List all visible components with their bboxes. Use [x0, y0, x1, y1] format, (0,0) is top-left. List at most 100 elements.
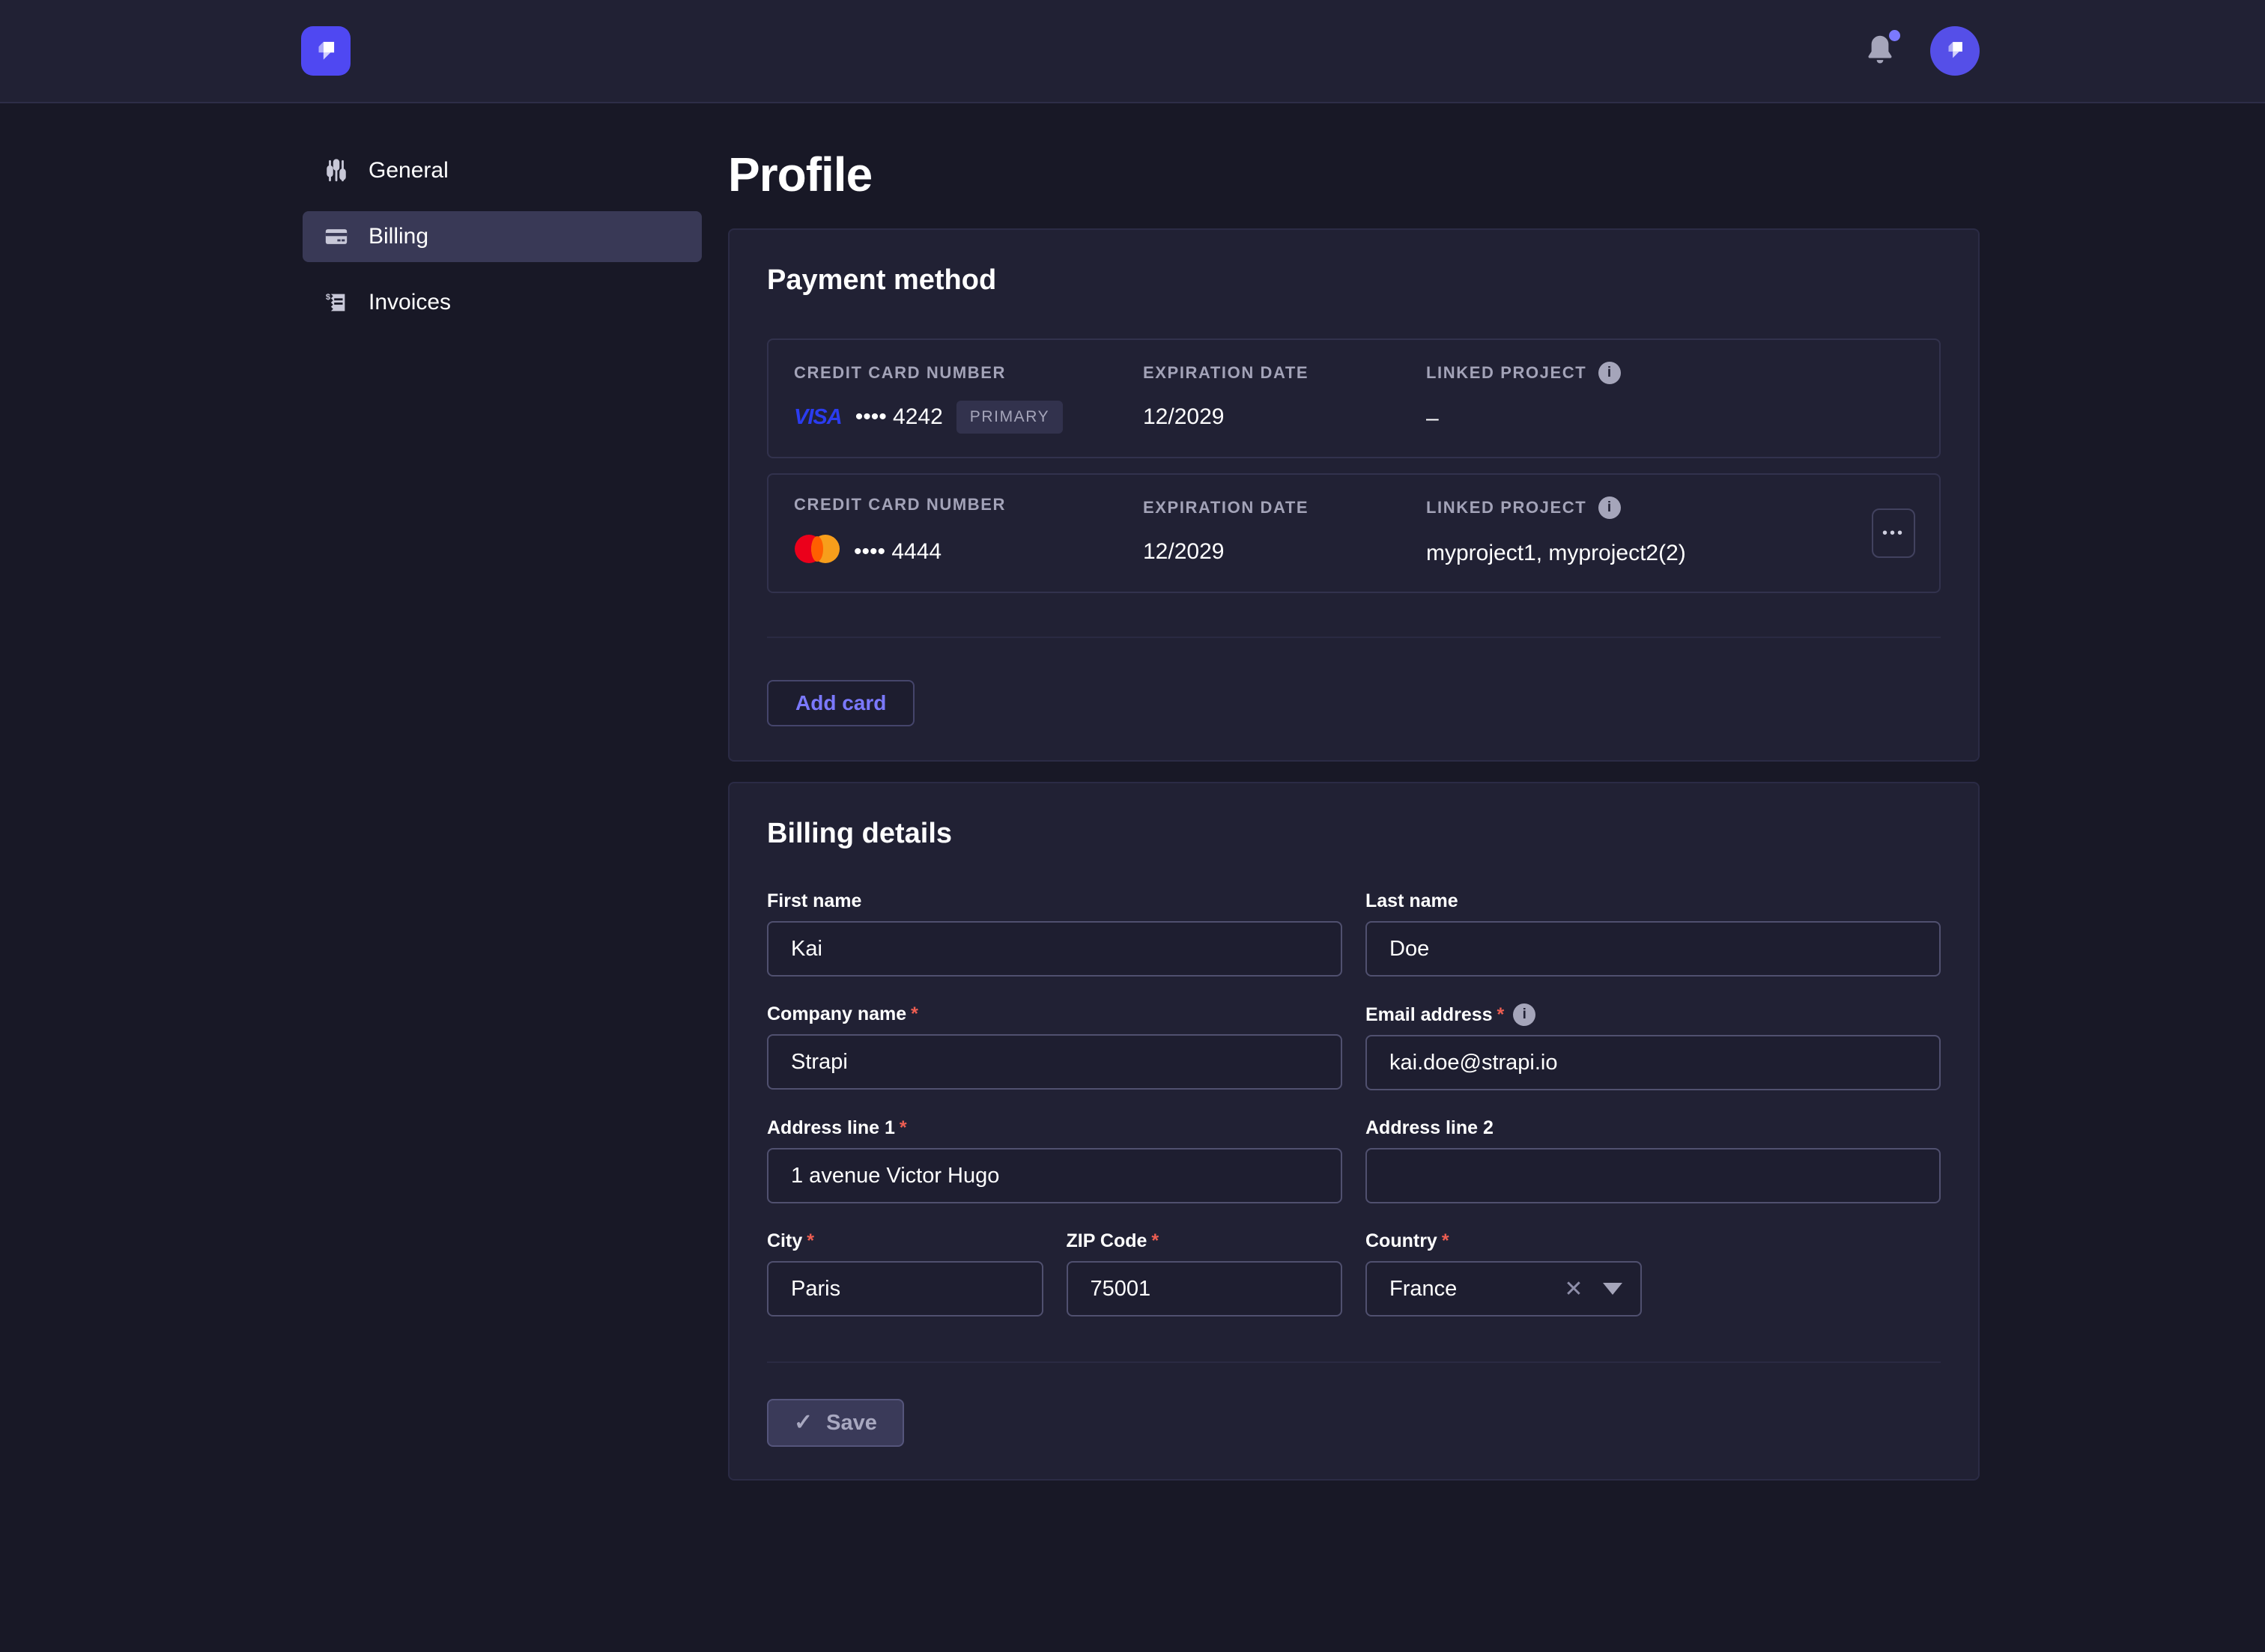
- card-number-column: CREDIT CARD NUMBER •••• 4444: [794, 495, 1143, 571]
- payment-card-row-mastercard: CREDIT CARD NUMBER •••• 4444 EXPIRATION …: [767, 473, 1941, 593]
- required-asterisk: *: [1442, 1230, 1449, 1252]
- save-button[interactable]: ✓ Save: [767, 1399, 904, 1447]
- svg-text:$: $: [326, 293, 331, 302]
- company-name-label: Company name *: [767, 1003, 1342, 1025]
- payment-card-row-visa: CREDIT CARD NUMBER VISA •••• 4242 PRIMAR…: [767, 338, 1941, 458]
- payment-method-card: Payment method CREDIT CARD NUMBER VISA •…: [728, 228, 1980, 762]
- zip-code-label: ZIP Code *: [1067, 1230, 1343, 1252]
- email-address-input[interactable]: [1365, 1035, 1941, 1090]
- masked-number: •••• 4444: [854, 539, 942, 565]
- field-country: Country * France ✕: [1365, 1230, 1642, 1317]
- required-asterisk: *: [911, 1003, 918, 1025]
- field-first-name: First name: [767, 890, 1342, 977]
- info-icon[interactable]: i: [1598, 496, 1621, 519]
- email-address-label: Email address * i: [1365, 1003, 1941, 1026]
- field-address-line-2: Address line 2: [1365, 1117, 1941, 1203]
- payment-section-title: Payment method: [767, 264, 1941, 297]
- clear-selection-icon[interactable]: ✕: [1564, 1276, 1583, 1302]
- address-line-1-input[interactable]: [767, 1148, 1342, 1203]
- country-select-value: France: [1389, 1277, 1564, 1302]
- required-asterisk: *: [807, 1230, 814, 1252]
- topbar-actions: [1864, 26, 1980, 76]
- last-name-input[interactable]: [1365, 921, 1941, 977]
- city-input[interactable]: [767, 1261, 1043, 1317]
- sidebar-item-label: Invoices: [369, 290, 451, 315]
- linked-project-header-text: LINKED PROJECT: [1426, 363, 1586, 383]
- field-last-name: Last name: [1365, 890, 1941, 977]
- card-number-header: CREDIT CARD NUMBER: [794, 363, 1143, 383]
- save-button-label: Save: [826, 1411, 877, 1436]
- linked-project-value: myproject1, myproject2(2): [1426, 537, 1914, 570]
- payment-divider: [767, 637, 1941, 638]
- billing-details-card: Billing details First name Last name Com…: [728, 782, 1980, 1481]
- expiration-value: 12/2029: [1143, 535, 1426, 568]
- top-bar: [0, 0, 2265, 103]
- info-icon[interactable]: i: [1513, 1003, 1535, 1026]
- notification-badge-dot: [1889, 30, 1900, 41]
- sidebar-item-label: Billing: [369, 224, 428, 249]
- linked-project-value: –: [1426, 402, 1914, 435]
- card-number-value: •••• 4444: [794, 532, 1143, 571]
- sidebar-item-invoices[interactable]: $ Invoices: [303, 277, 702, 328]
- add-card-button[interactable]: Add card: [767, 680, 915, 726]
- expiration-header: EXPIRATION DATE: [1143, 363, 1426, 383]
- sidebar-item-general[interactable]: General: [303, 145, 702, 196]
- strapi-logo-button[interactable]: [301, 26, 351, 76]
- address-line-2-input[interactable]: [1365, 1148, 1941, 1203]
- field-zip-code: ZIP Code *: [1067, 1230, 1343, 1317]
- field-email-address: Email address * i: [1365, 1003, 1941, 1090]
- linked-project-header-text: LINKED PROJECT: [1426, 498, 1586, 517]
- country-label: Country *: [1365, 1230, 1642, 1252]
- zip-code-input[interactable]: [1067, 1261, 1343, 1317]
- avatar-strapi-icon: [1942, 37, 1968, 66]
- invoice-icon: $: [324, 290, 349, 315]
- field-address-line-1: Address line 1 *: [767, 1117, 1342, 1203]
- bell-icon: [1864, 58, 1896, 70]
- address-line-2-label: Address line 2: [1365, 1117, 1941, 1139]
- mastercard-logo: [794, 532, 840, 571]
- chevron-down-icon[interactable]: [1603, 1283, 1622, 1295]
- linked-project-header: LINKED PROJECT i: [1426, 496, 1914, 519]
- visa-logo: VISA: [794, 405, 842, 430]
- info-icon[interactable]: i: [1598, 362, 1621, 384]
- check-icon: ✓: [794, 1412, 813, 1434]
- required-asterisk: *: [1151, 1230, 1159, 1252]
- primary-badge: PRIMARY: [956, 401, 1064, 434]
- main-content: Profile Payment method CREDIT CARD NUMBE…: [728, 150, 1980, 1481]
- label-text: Company name: [767, 1003, 906, 1025]
- masked-number: •••• 4242: [855, 404, 943, 430]
- label-text: Address line 1: [767, 1117, 895, 1139]
- user-avatar[interactable]: [1930, 26, 1980, 76]
- label-text: City: [767, 1230, 802, 1252]
- label-text: Country: [1365, 1230, 1437, 1252]
- expiration-column: EXPIRATION DATE 12/2029: [1143, 363, 1426, 434]
- linked-project-header: LINKED PROJECT i: [1426, 362, 1914, 384]
- card-number-column: CREDIT CARD NUMBER VISA •••• 4242 PRIMAR…: [794, 363, 1143, 434]
- label-text: ZIP Code: [1067, 1230, 1147, 1252]
- country-select[interactable]: France ✕: [1365, 1261, 1642, 1317]
- sidebar-item-billing[interactable]: Billing: [303, 211, 702, 262]
- label-text: Email address: [1365, 1004, 1493, 1026]
- billing-section-title: Billing details: [767, 818, 1941, 850]
- address-line-1-label: Address line 1 *: [767, 1117, 1342, 1139]
- sliders-icon: [324, 158, 349, 183]
- required-asterisk: *: [1497, 1004, 1505, 1026]
- page-title: Profile: [728, 150, 1980, 200]
- notifications-button[interactable]: [1864, 33, 1897, 69]
- first-name-label: First name: [767, 890, 1342, 912]
- field-city: City *: [767, 1230, 1043, 1317]
- credit-card-icon: [324, 224, 349, 249]
- card-number-value: VISA •••• 4242 PRIMARY: [794, 401, 1143, 434]
- linked-project-column: LINKED PROJECT i myproject1, myproject2(…: [1426, 496, 1914, 570]
- label-text: First name: [767, 890, 861, 912]
- city-label: City *: [767, 1230, 1043, 1252]
- required-asterisk: *: [900, 1117, 907, 1139]
- billing-divider: [767, 1361, 1941, 1363]
- card-number-header: CREDIT CARD NUMBER: [794, 495, 1143, 514]
- label-text: Last name: [1365, 890, 1458, 912]
- strapi-logo-icon: [312, 36, 340, 67]
- card-actions-menu-button[interactable]: •••: [1872, 508, 1915, 558]
- first-name-input[interactable]: [767, 921, 1342, 977]
- expiration-value: 12/2029: [1143, 401, 1426, 434]
- company-name-input[interactable]: [767, 1034, 1342, 1090]
